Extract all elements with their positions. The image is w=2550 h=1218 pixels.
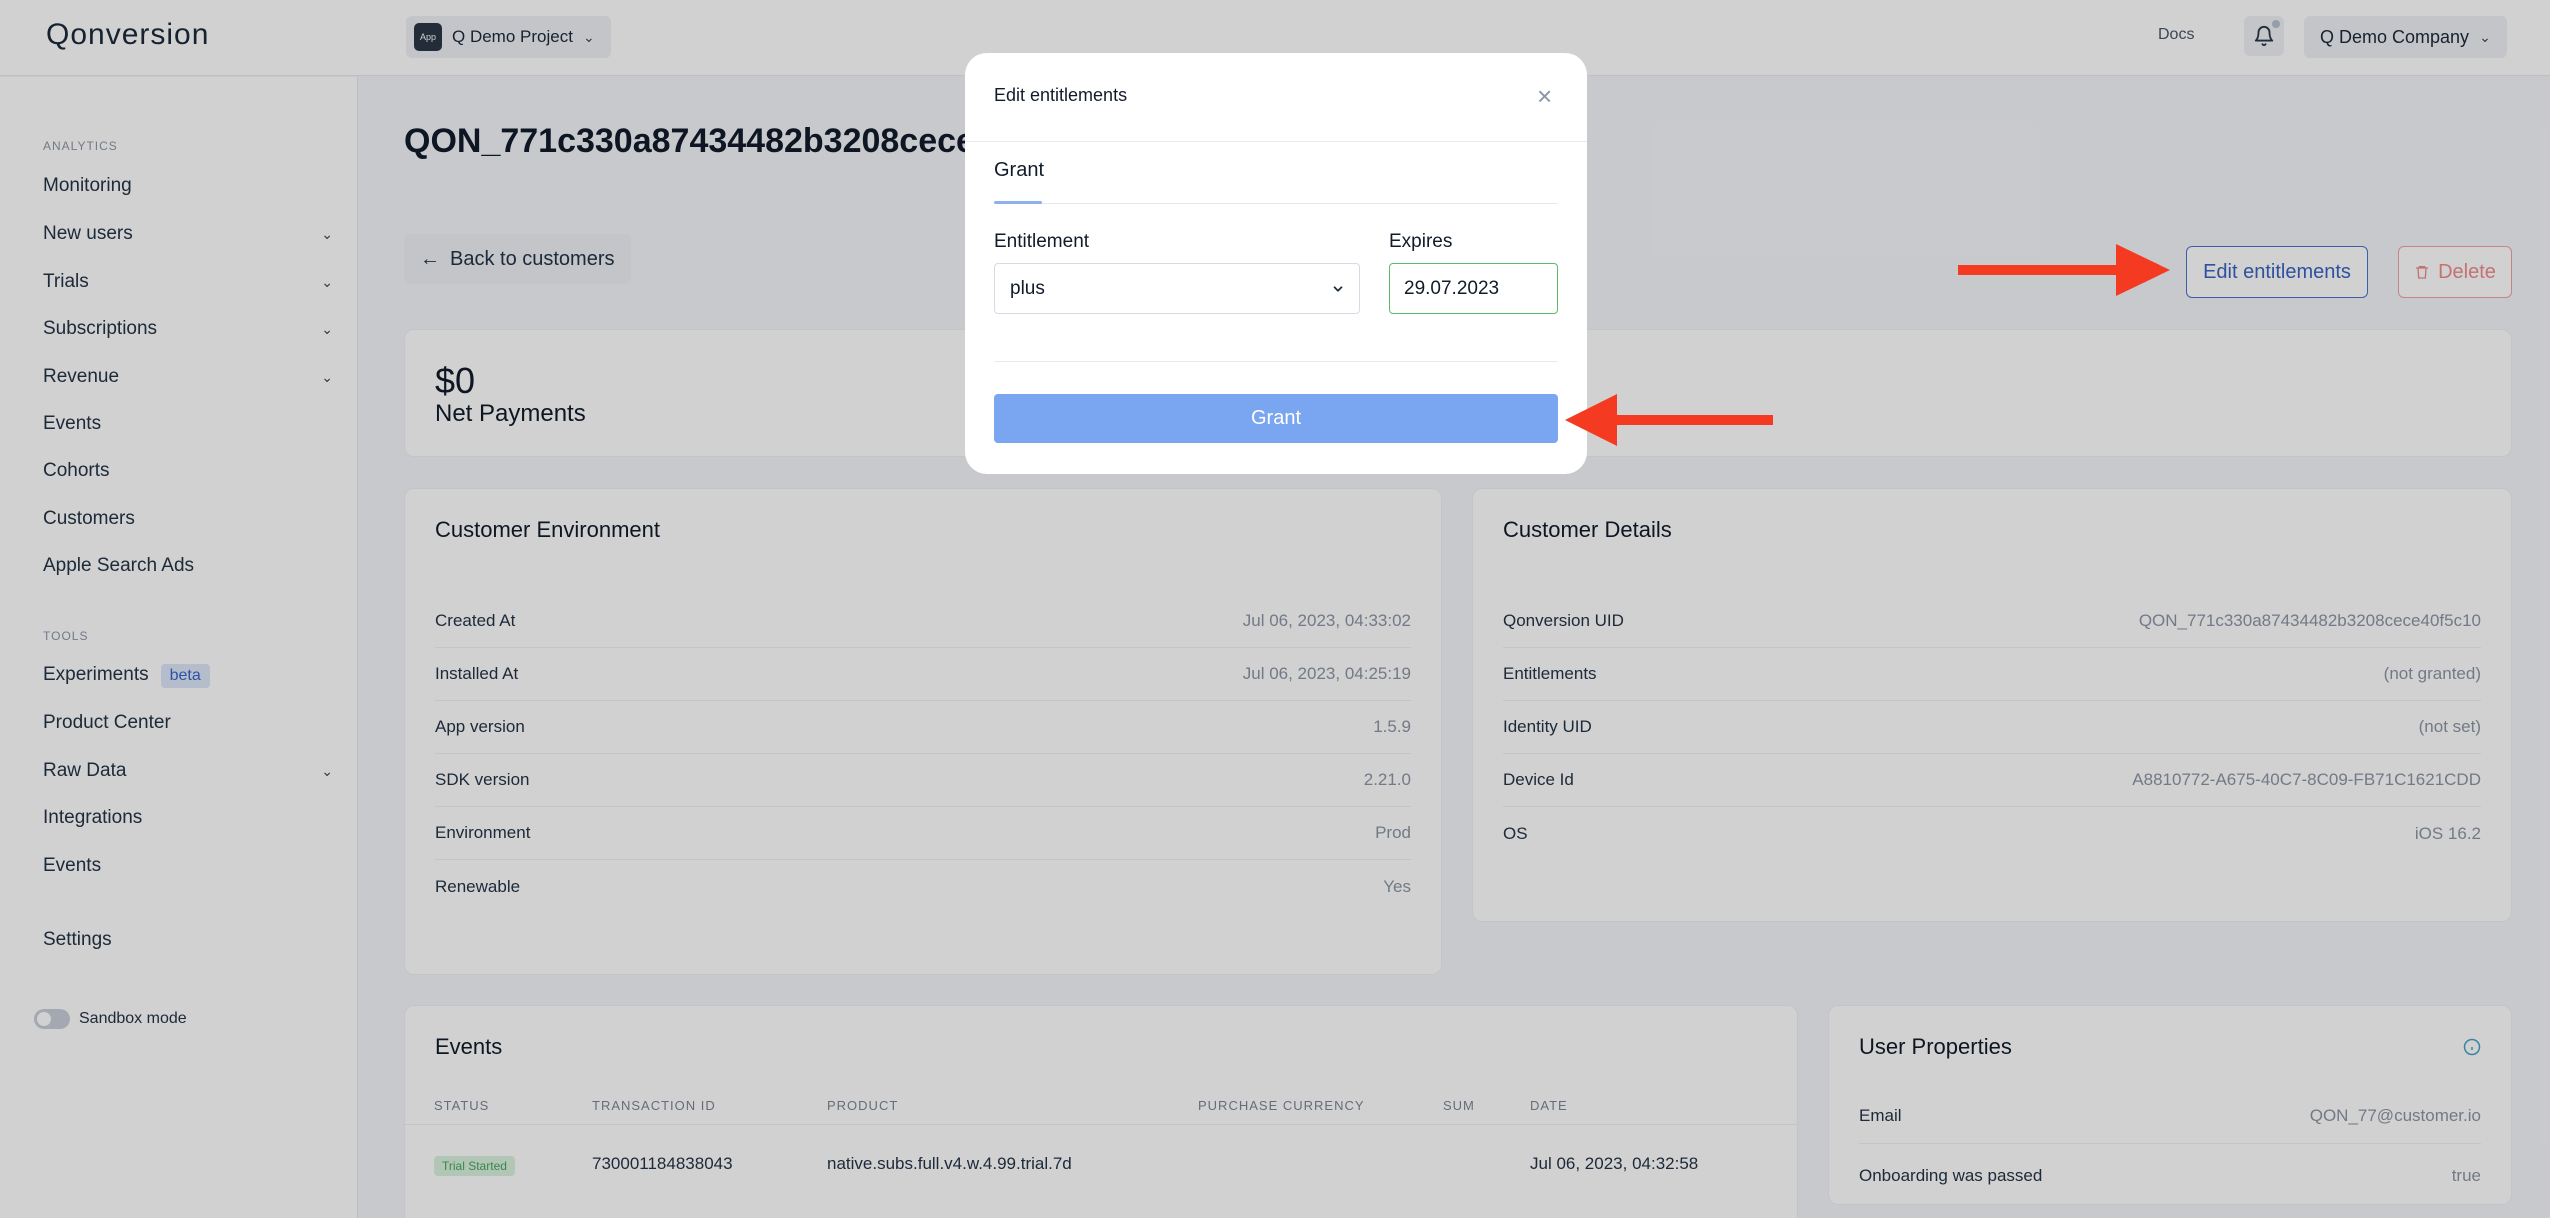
- modal-divider: [994, 361, 1558, 362]
- annotation-arrow-right-icon: [1958, 244, 2170, 296]
- chevron-down-icon: [1333, 285, 1343, 292]
- entitlement-label: Entitlement: [994, 231, 1090, 252]
- edit-entitlements-modal: Edit entitlements × Grant Entitlement pl…: [965, 53, 1587, 474]
- entitlement-select[interactable]: plus: [994, 263, 1360, 314]
- modal-title: Edit entitlements: [994, 85, 1128, 105]
- tab-divider: [994, 203, 1558, 204]
- entitlement-selected-value: plus: [1010, 277, 1045, 299]
- modal-divider: [965, 141, 1587, 142]
- tab-active-indicator: [994, 201, 1042, 204]
- grant-button[interactable]: Grant: [994, 394, 1558, 443]
- close-icon[interactable]: ×: [1537, 83, 1552, 109]
- annotation-arrow-left-icon: [1565, 394, 1773, 446]
- expires-date-input[interactable]: [1389, 263, 1558, 314]
- tab-grant[interactable]: Grant: [994, 159, 1044, 182]
- expires-label: Expires: [1389, 231, 1453, 252]
